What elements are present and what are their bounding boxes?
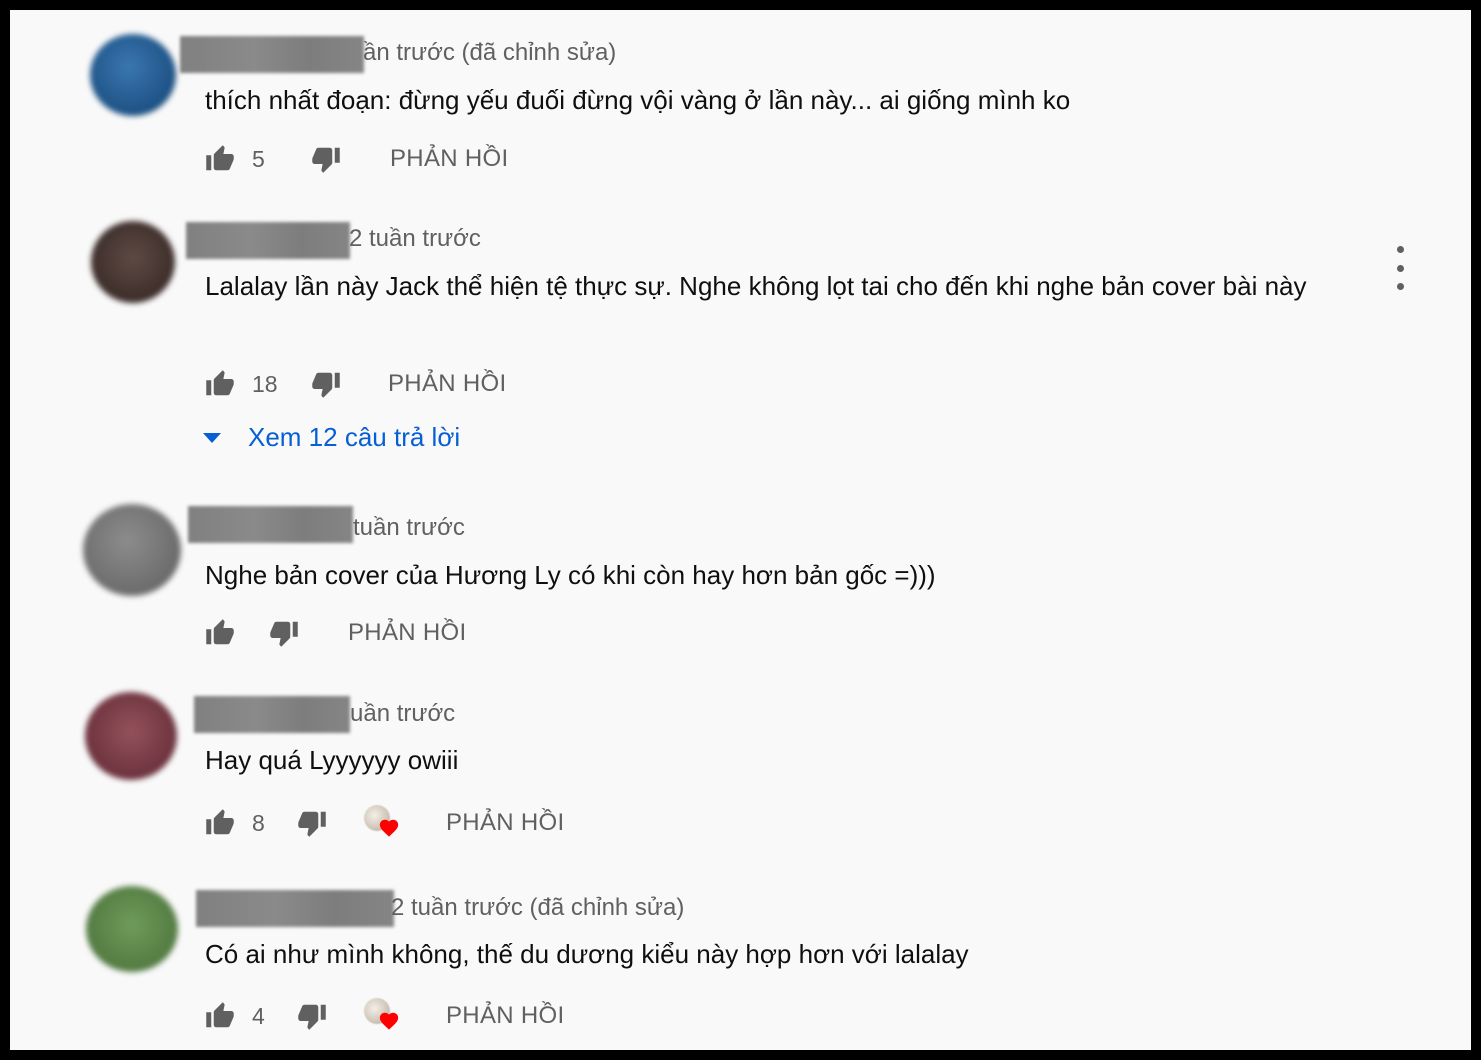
thumb-up-icon[interactable] bbox=[204, 368, 236, 400]
comment-text: Hay quá Lyyyyyy owiii bbox=[205, 745, 459, 775]
view-replies-button[interactable]: Xem 12 câu trả lời bbox=[202, 422, 460, 453]
like-count: 4 bbox=[252, 1002, 265, 1029]
author-name-redacted[interactable] bbox=[186, 222, 350, 259]
avatar[interactable] bbox=[86, 886, 178, 972]
heart-icon bbox=[379, 1012, 399, 1030]
comment-text: Lalalay lần này Jack thể hiện tệ thực sự… bbox=[205, 271, 1307, 301]
author-name-redacted[interactable] bbox=[180, 36, 364, 73]
reply-button[interactable]: PHẢN HỒI bbox=[390, 145, 508, 173]
more-vert-icon[interactable] bbox=[1385, 246, 1415, 290]
thumb-up-icon[interactable] bbox=[204, 807, 236, 839]
comment-action-bar: 18 PHẢN HỒI bbox=[204, 364, 506, 404]
thumb-down-icon[interactable] bbox=[268, 617, 300, 649]
avatar[interactable] bbox=[83, 504, 181, 596]
comment-action-bar: 5 PHẢN HỒI bbox=[204, 139, 508, 179]
thumb-up-icon[interactable] bbox=[204, 143, 236, 175]
thumb-down-icon[interactable] bbox=[310, 368, 342, 400]
reply-button[interactable]: PHẢN HỒI bbox=[446, 809, 564, 837]
reply-button[interactable]: PHẢN HỒI bbox=[388, 370, 506, 398]
thumb-down-icon[interactable] bbox=[296, 807, 328, 839]
like-count: 8 bbox=[252, 809, 265, 836]
comment-action-bar: 8 PHẢN HỒI bbox=[204, 803, 564, 843]
like-count: 18 bbox=[252, 370, 278, 397]
comment-action-bar: PHẢN HỒI bbox=[204, 613, 466, 653]
thumb-up-icon[interactable] bbox=[204, 617, 236, 649]
comment-timestamp[interactable]: tuần trước bbox=[353, 513, 465, 543]
reply-button[interactable]: PHẢN HỒI bbox=[446, 1002, 564, 1030]
comment-timestamp[interactable]: ần trước (đã chỉnh sửa) bbox=[363, 38, 616, 68]
author-name-redacted[interactable] bbox=[196, 890, 394, 927]
comment-text: Có ai như mình không, thế du dương kiểu … bbox=[205, 939, 969, 969]
comment-action-bar: 4 PHẢN HỒI bbox=[204, 996, 564, 1036]
thumb-up-icon[interactable] bbox=[204, 1000, 236, 1032]
avatar[interactable] bbox=[90, 34, 176, 116]
avatar[interactable] bbox=[91, 221, 175, 303]
view-replies-label: Xem 12 câu trả lời bbox=[248, 422, 461, 452]
comment-timestamp[interactable]: 2 tuần trước bbox=[349, 224, 481, 254]
heart-icon bbox=[379, 819, 399, 837]
creator-heart-badge bbox=[364, 996, 404, 1036]
comment-timestamp[interactable]: uần trước bbox=[350, 699, 455, 729]
thumb-down-icon[interactable] bbox=[296, 1000, 328, 1032]
caret-down-icon bbox=[203, 432, 221, 443]
comment-timestamp[interactable]: 2 tuần trước (đã chỉnh sửa) bbox=[391, 893, 684, 923]
like-count: 5 bbox=[252, 145, 265, 172]
author-name-redacted[interactable] bbox=[194, 696, 350, 733]
creator-heart-badge bbox=[364, 803, 404, 843]
author-name-redacted[interactable] bbox=[188, 506, 353, 543]
comments-panel: ần trước (đã chỉnh sửa) thích nhất đoạn:… bbox=[10, 10, 1471, 1050]
comment-text: Nghe bản cover của Hương Ly có khi còn h… bbox=[205, 560, 936, 590]
thumb-down-icon[interactable] bbox=[310, 143, 342, 175]
comment-text: thích nhất đoạn: đừng yếu đuối đừng vội … bbox=[205, 85, 1071, 115]
avatar[interactable] bbox=[85, 692, 177, 780]
reply-button[interactable]: PHẢN HỒI bbox=[348, 619, 466, 647]
